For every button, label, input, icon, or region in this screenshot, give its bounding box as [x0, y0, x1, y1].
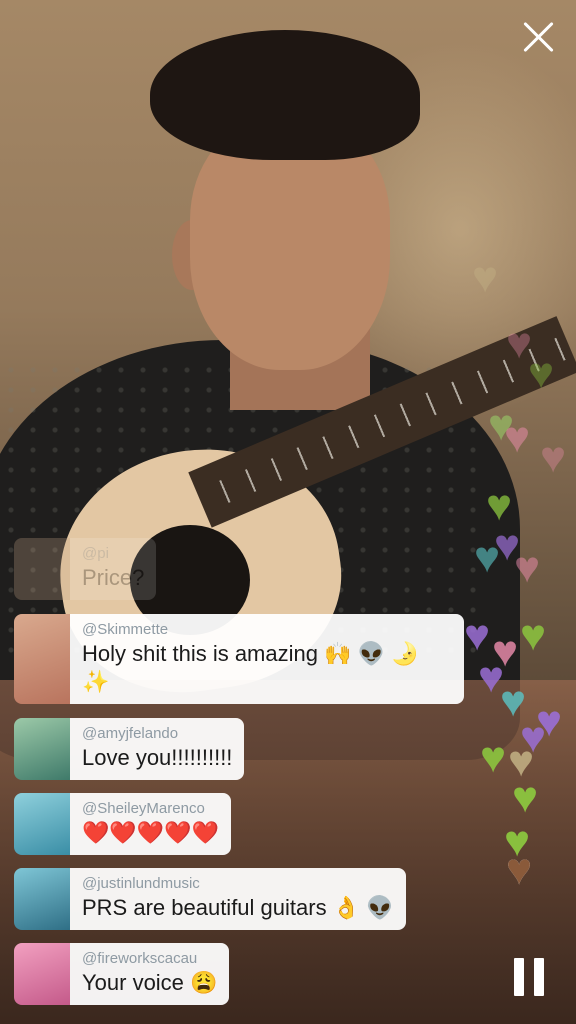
heart-icon: ♥: [528, 349, 555, 398]
heart-icon: ♥: [514, 543, 541, 592]
comment-item: @Skimmette Holy shit this is amazing 🙌 👽…: [14, 614, 464, 704]
heart-icon: ♥: [472, 253, 499, 302]
heart-icon: ♥: [520, 611, 547, 660]
avatar: [14, 718, 70, 780]
comment-message-line2: ✨: [82, 669, 110, 694]
heart-icon: ♥: [506, 845, 533, 894]
comment-username: @pi: [82, 545, 109, 562]
heart-icon: ♥: [464, 611, 491, 660]
comment-message: Your voice 😩: [82, 970, 218, 995]
comment-item: @fireworkscacau Your voice 😩: [14, 943, 230, 1005]
broadcast-video: ♥ ♥ ♥ ♥ ♥ ♥ ♥ ♥ ♥ ♥ ♥ ♥ ♥ ♥ ♥ ♥ ♥ ♥ ♥ ♥ …: [0, 0, 576, 1024]
heart-icon: ♥: [540, 433, 567, 482]
heart-icon: ♥: [504, 413, 531, 462]
pause-button[interactable]: [514, 958, 546, 996]
comment-bubble: @justinlundmusic PRS are beautiful guita…: [70, 868, 406, 930]
pause-icon: [514, 958, 524, 996]
pause-icon-bar: [534, 958, 544, 996]
comment-bubble: @SheileyMarenco ❤️❤️❤️❤️❤️: [70, 793, 231, 855]
comment-message: PRS are beautiful guitars 👌 👽: [82, 895, 394, 920]
comment-username: @SheileyMarenco: [82, 800, 205, 817]
comment-item: @amyjfelando Love you!!!!!!!!!!: [14, 718, 245, 780]
comment-item: @justinlundmusic PRS are beautiful guita…: [14, 868, 406, 930]
comment-item-faded: @pi Price?: [14, 538, 157, 600]
close-button[interactable]: [520, 18, 558, 56]
comment-username: @amyjfelando: [82, 725, 179, 742]
comment-message: ❤️❤️❤️❤️❤️: [82, 820, 219, 845]
heart-icon: ♥: [480, 733, 507, 782]
comment-item: @SheileyMarenco ❤️❤️❤️❤️❤️: [14, 793, 231, 855]
avatar: [14, 538, 70, 600]
avatar: [14, 868, 70, 930]
video-person-hair: [150, 30, 420, 160]
comment-message: Love you!!!!!!!!!!: [82, 745, 233, 770]
avatar: [14, 943, 70, 1005]
heart-icon: ♥: [512, 773, 539, 822]
heart-icon: ♥: [474, 533, 501, 582]
comment-message: Price?: [82, 565, 145, 590]
avatar: [14, 614, 70, 704]
comment-bubble: @amyjfelando Love you!!!!!!!!!!: [70, 718, 245, 780]
comment-username: @Skimmette: [82, 621, 169, 638]
comment-username: @justinlundmusic: [82, 875, 200, 892]
comment-bubble: @Skimmette Holy shit this is amazing 🙌 👽…: [70, 614, 464, 704]
comment-bubble: @pi Price?: [70, 538, 157, 600]
comment-message: Holy shit this is amazing 🙌 👽 🌛: [82, 641, 419, 666]
comment-bubble: @fireworkscacau Your voice 😩: [70, 943, 230, 1005]
comment-username: @fireworkscacau: [82, 950, 198, 967]
avatar: [14, 793, 70, 855]
